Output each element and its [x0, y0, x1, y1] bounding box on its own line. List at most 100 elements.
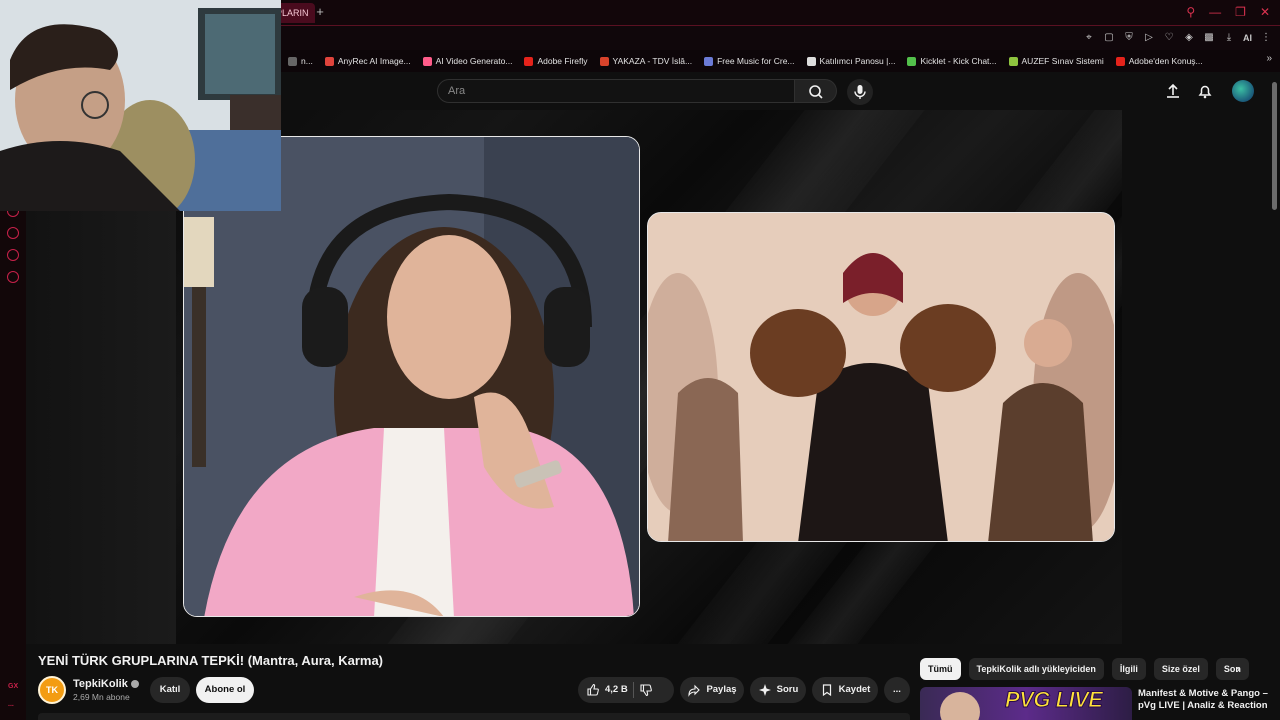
- ask-button[interactable]: Soru: [750, 677, 806, 703]
- channel-name-text[interactable]: TepkiKolik: [73, 678, 128, 690]
- snapshot-icon[interactable]: ▢: [1103, 29, 1115, 47]
- bookmark-item[interactable]: Adobe Firefly: [518, 53, 593, 69]
- like-icon[interactable]: [586, 683, 600, 697]
- account-avatar[interactable]: [1232, 80, 1254, 102]
- close-icon[interactable]: ✕: [1260, 4, 1270, 20]
- search-icon: [809, 85, 823, 99]
- window-controls: ⚲ — ❐ ✕: [1186, 4, 1270, 20]
- bookmark-favicon-icon: [422, 56, 432, 66]
- like-count[interactable]: 4,2 B: [605, 677, 628, 703]
- settings-icon[interactable]: [7, 271, 19, 283]
- shield-icon[interactable]: ⛨: [1123, 29, 1135, 47]
- webcam-overlay: [0, 0, 281, 211]
- subscribe-button[interactable]: Abone ol: [196, 677, 254, 703]
- recommended-video-thumbnail[interactable]: PVG LIVE: [920, 687, 1132, 720]
- recommended-video-title[interactable]: Manifest & Motive & Pango – pVg LIVE | A…: [1138, 688, 1268, 712]
- subscriber-count: 2,69 Mn abone: [73, 692, 130, 702]
- bookmark-label: AI Video Generato...: [435, 56, 513, 66]
- streamer-webcam-image: [0, 0, 281, 211]
- notifications-bell-icon[interactable]: [1196, 82, 1214, 100]
- dancers-illustration: [648, 213, 1114, 541]
- image-icon[interactable]: ▩: [1203, 29, 1215, 47]
- bookmark-favicon-icon: [806, 56, 816, 66]
- bookmark-item[interactable]: AUZEF Sınav Sistemi: [1003, 53, 1110, 69]
- search-input[interactable]: Ara: [437, 79, 795, 103]
- music-video-clip-panel: [647, 212, 1115, 542]
- ask-label: Soru: [776, 684, 799, 695]
- bookmark-item[interactable]: YAKAZA - TDV İslâ...: [594, 53, 699, 69]
- verified-badge-icon: [130, 680, 139, 689]
- save-label: Kaydet: [838, 684, 871, 695]
- save-button[interactable]: Kaydet: [812, 677, 878, 703]
- download-icon[interactable]: ⤓: [1223, 29, 1235, 47]
- video-title: YENİ TÜRK GRUPLARINA TEPKİ! (Mantra, Aur…: [38, 653, 384, 668]
- bookmark-favicon-icon: [324, 56, 334, 66]
- bookmarks-overflow-icon[interactable]: »: [1266, 53, 1272, 64]
- history-icon[interactable]: [7, 227, 19, 239]
- bookmark-icon: [822, 684, 831, 697]
- bookmark-label: Kicklet - Kick Chat...: [920, 56, 997, 66]
- bookmark-label: Adobe Firefly: [537, 56, 588, 66]
- like-dislike-group: 4,2 B: [578, 677, 674, 703]
- share-label: Paylaş: [706, 684, 737, 695]
- filter-chip[interactable]: Size özel: [1153, 658, 1208, 680]
- dislike-icon[interactable]: [639, 683, 653, 697]
- search-button[interactable]: [795, 79, 837, 103]
- pin-icon[interactable]: ⌖: [1083, 29, 1095, 47]
- bookmark-item[interactable]: Kicklet - Kick Chat...: [901, 53, 1002, 69]
- bookmark-favicon-icon: [524, 56, 534, 66]
- bookmark-item[interactable]: Katılımcı Panosu |...: [801, 53, 902, 69]
- filter-chip[interactable]: TepkiKolik adlı yükleyiciden: [968, 658, 1104, 680]
- sidebar-more-icon[interactable]: ...: [8, 701, 14, 708]
- heart-icon[interactable]: ♡: [1163, 29, 1175, 47]
- bookmark-label: YAKAZA - TDV İslâ...: [612, 56, 693, 66]
- bookmark-item[interactable]: AnyRec AI Image...: [319, 53, 417, 69]
- chevron-right-icon[interactable]: ›: [1236, 662, 1250, 676]
- more-actions-button[interactable]: ...: [884, 677, 910, 703]
- new-tab-button[interactable]: +: [312, 4, 328, 20]
- bookmark-favicon-icon: [1115, 56, 1125, 66]
- bookmark-favicon-icon: [288, 56, 297, 66]
- bookmark-item[interactable]: Free Music for Cre...: [698, 53, 800, 69]
- share-icon: [688, 684, 701, 697]
- bookmark-favicon-icon: [599, 56, 609, 66]
- minimize-icon[interactable]: —: [1209, 4, 1221, 20]
- bookmark-favicon-icon: [907, 56, 917, 66]
- thumbnail-person: [940, 692, 980, 720]
- play-icon[interactable]: ▷: [1143, 29, 1155, 47]
- filter-chips: Tümü TepkiKolik adlı yükleyiciden İlgili Si…: [920, 658, 1249, 680]
- bookmark-label: AUZEF Sınav Sistemi: [1021, 56, 1104, 66]
- bookmark-label: Free Music for Cre...: [717, 56, 795, 66]
- channel-name[interactable]: TepkiKolik: [73, 678, 139, 690]
- voice-search-button[interactable]: [847, 79, 873, 105]
- bookmark-label: Adobe'den Konuş...: [1128, 56, 1203, 66]
- bookmark-label: Katılımcı Panosu |...: [819, 56, 896, 66]
- bookmark-item[interactable]: n...: [282, 53, 319, 69]
- filter-chip[interactable]: Tümü: [920, 658, 961, 680]
- player-icon[interactable]: [7, 249, 19, 261]
- sparkle-icon: [758, 684, 771, 696]
- bookmark-label: AnyRec AI Image...: [337, 56, 411, 66]
- join-button[interactable]: Katıl: [150, 677, 190, 703]
- description-box-edge[interactable]: [38, 713, 910, 720]
- restore-icon[interactable]: ❐: [1235, 4, 1246, 20]
- extension-icons: ⌖ ▢ ⛨ ▷ ♡ ◈ ▩ ⤓ AI ⋮: [1083, 29, 1272, 47]
- ai-button[interactable]: AI: [1243, 29, 1252, 47]
- gx-label: GX: [8, 683, 19, 690]
- bookmarks-list: n... AnyRec AI Image... AI Video Generato.…: [282, 53, 1209, 69]
- like-divider: [632, 682, 634, 698]
- bookmark-favicon-icon: [1008, 56, 1018, 66]
- bookmark-favicon-icon: [704, 56, 714, 66]
- microphone-icon: [854, 85, 866, 99]
- channel-avatar[interactable]: TK: [38, 676, 66, 704]
- puzzle-icon[interactable]: ◈: [1183, 29, 1195, 47]
- filter-chip[interactable]: İlgili: [1111, 658, 1146, 680]
- upload-icon[interactable]: [1164, 82, 1182, 100]
- menu-icon[interactable]: ⋮: [1260, 29, 1272, 47]
- search-icon[interactable]: ⚲: [1186, 4, 1195, 20]
- bookmark-label: n...: [301, 56, 313, 66]
- page-scrollbar[interactable]: [1272, 82, 1277, 210]
- bookmark-item[interactable]: Adobe'den Konuş...: [1110, 53, 1209, 69]
- share-button[interactable]: Paylaş: [680, 677, 744, 703]
- bookmark-item[interactable]: AI Video Generato...: [417, 53, 519, 69]
